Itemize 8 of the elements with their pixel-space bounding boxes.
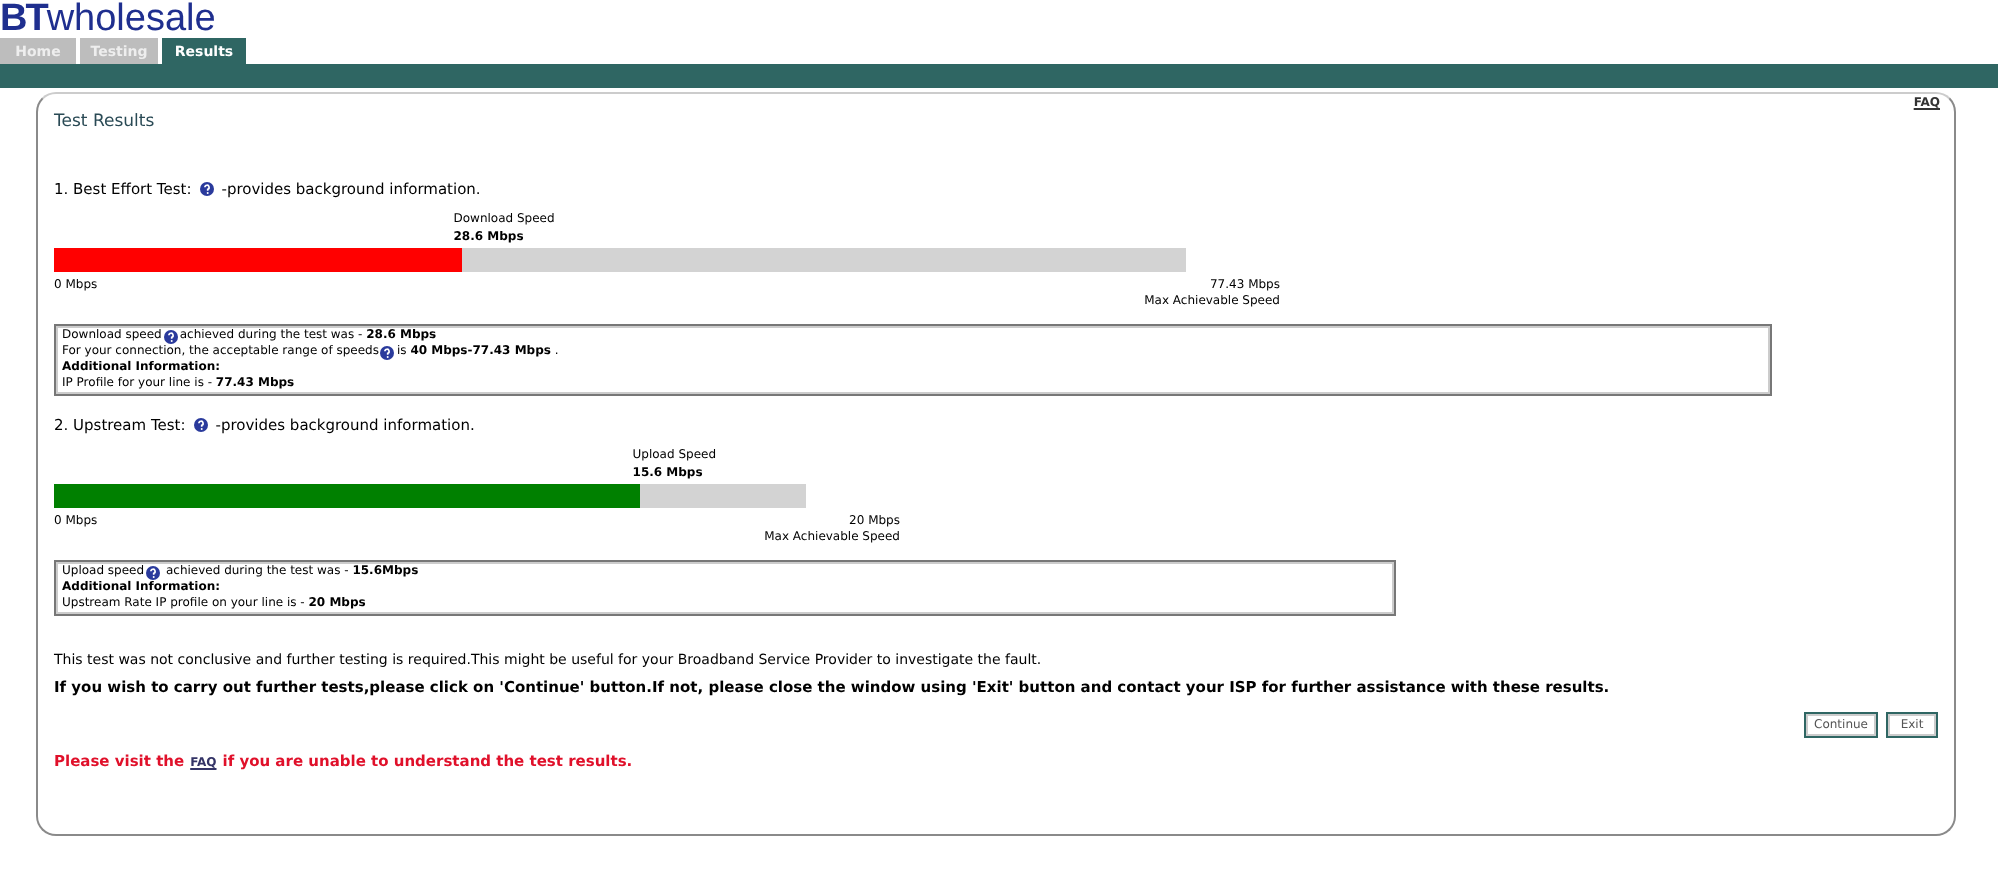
panel-title: Test Results [54, 112, 157, 136]
help-icon[interactable] [199, 181, 214, 195]
help-icon[interactable] [163, 329, 178, 343]
help-icon[interactable] [193, 417, 208, 431]
help-icon[interactable] [146, 565, 161, 579]
logo-brand: BT [0, 0, 47, 38]
logo-name: wholesale [46, 0, 218, 38]
help-icon[interactable] [380, 345, 395, 359]
